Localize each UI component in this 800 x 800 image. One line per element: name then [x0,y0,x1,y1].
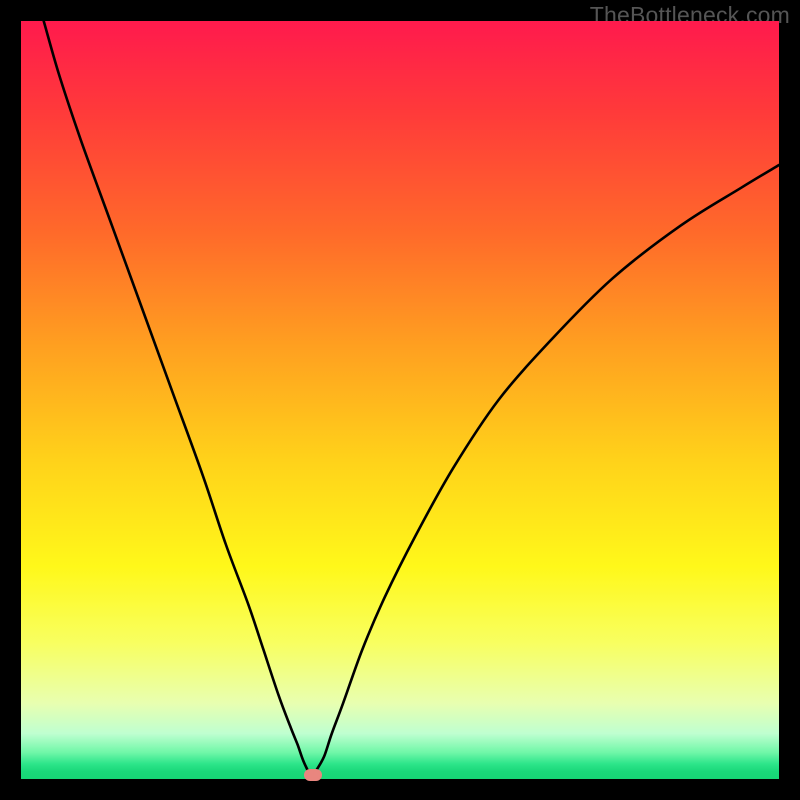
chart-frame [21,21,779,779]
point-marker [304,769,322,781]
bottleneck-curve [21,21,779,779]
curve-path [44,21,779,776]
